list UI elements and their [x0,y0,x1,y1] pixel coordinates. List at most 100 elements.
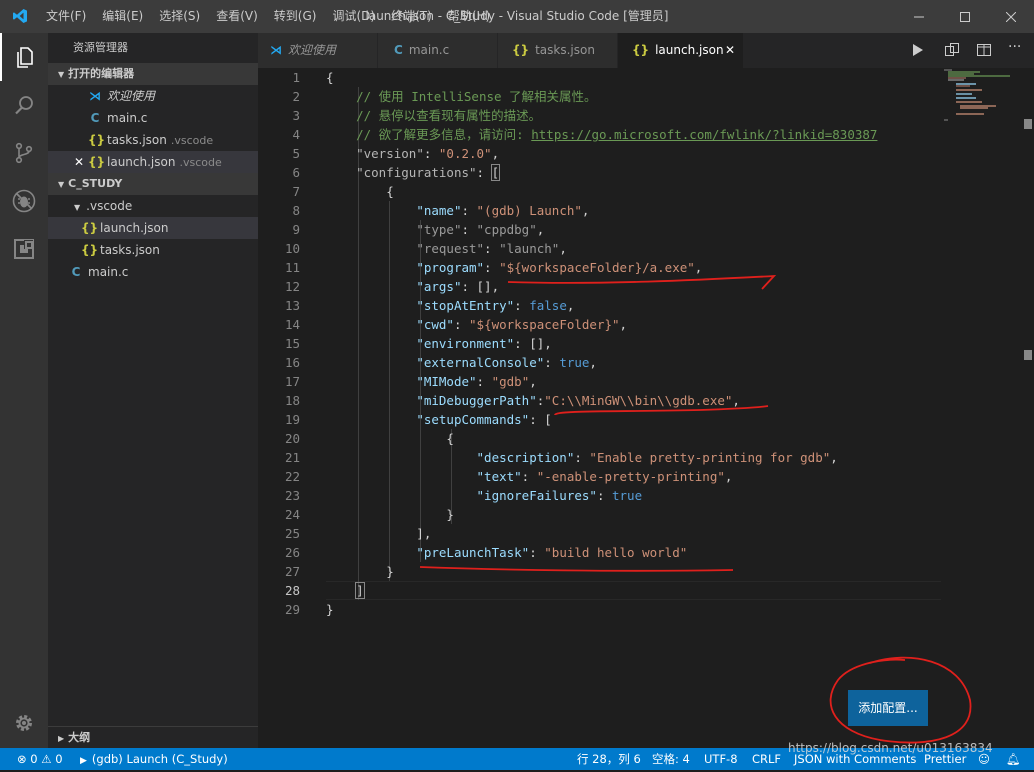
line-number: 14 [284,317,300,332]
tree-item-main-c[interactable]: Cmain.c [48,261,258,283]
open-editor-main-c[interactable]: Cmain.c [48,107,258,129]
tab-label: tasks.json [535,43,595,57]
code-line: ], [326,526,432,541]
chevron-down-icon: ▼ [74,203,81,212]
tree-item-tasks-json[interactable]: {} tasks.json [48,239,258,261]
title-bar: 文件(F) 编辑(E) 选择(S) 查看(V) 转到(G) 调试(D) 终端(T… [0,0,1034,33]
maximize-button[interactable] [942,0,988,33]
tree-item-vscode-folder[interactable]: ▼ .vscode [48,195,258,217]
minimap[interactable] [940,68,1024,128]
code-line: "name": "(gdb) Launch", [416,203,590,218]
more-actions-icon[interactable]: ··· [1008,39,1021,55]
open-editor-welcome[interactable]: ⋊ 欢迎使用 [48,85,258,107]
line-number: 19 [284,412,300,427]
code-line: // 欲了解更多信息，请访问: https://go.microsoft.com… [356,127,878,142]
menu-selection[interactable]: 选择(S) [151,0,208,33]
window-title: launch.json - C_Study - Visual Studio Co… [365,9,669,23]
code-line: "setupCommands": [ [416,412,552,427]
tab-label: launch.json [655,43,724,57]
line-number: 15 [284,336,300,351]
tab-main-c[interactable]: Cmain.c [378,33,498,68]
close-tab-icon[interactable]: ✕ [725,33,735,68]
line-number: 4 [292,127,300,142]
code-line: "ignoreFailures": true [476,488,643,503]
chevron-down-icon: ▼ [58,180,65,189]
source-control-view-button[interactable] [0,129,48,177]
manage-button[interactable] [0,699,48,747]
open-editors-header[interactable]: ▼ 打开的编辑器 [48,63,258,85]
split-editor-button[interactable] [976,42,992,62]
files-icon [17,47,33,68]
open-editor-label: launch.json [107,155,176,169]
open-changes-button[interactable] [944,42,960,62]
line-number: 7 [292,184,300,199]
line-number: 3 [292,108,300,123]
c-file-icon: C [71,265,81,279]
menu-go[interactable]: 转到(G) [266,0,325,33]
line-number: 5 [292,146,300,161]
chevron-right-icon: ▶ [58,734,65,743]
code-line: } [326,564,394,579]
open-changes-icon [945,43,959,56]
tab-welcome[interactable]: ⋊ 欢迎使用 [258,33,378,68]
menu-view[interactable]: 查看(V) [208,0,266,33]
tree-item-label: .vscode [86,199,133,213]
encoding[interactable]: UTF-8 [704,748,738,770]
code-line: "type": "cppdbg", [416,222,545,237]
json-icon: {} [88,133,106,147]
open-editor-tasks-json[interactable]: {} tasks.json .vscode [48,129,258,151]
settings-gear-icon [16,715,32,731]
line-number: 20 [284,431,300,446]
cursor-position[interactable]: 行 28，列 6 [577,748,641,770]
folder-header[interactable]: ▼ C_STUDY [48,173,258,195]
code-line: } [326,507,454,522]
tree-item-launch-json[interactable]: {} launch.json [48,217,258,239]
add-configuration-button[interactable]: 添加配置... [848,690,928,726]
tab-launch-json[interactable]: {} launch.json ✕ [618,33,744,68]
close-window-button[interactable] [988,0,1034,33]
indentation[interactable]: 空格: 4 [652,748,690,770]
minimize-button[interactable] [896,0,942,33]
open-editor-launch-json[interactable]: ✕ {} launch.json .vscode [48,151,258,173]
debug-launch-label: (gdb) Launch (C_Study) [91,752,228,766]
problems-indicator[interactable]: ⊗ 0 ⚠ 0 [17,748,63,770]
editor-scrollbar[interactable] [1024,68,1034,748]
maximize-icon [960,11,970,22]
json-icon: {} [512,43,530,57]
extensions-view-button[interactable] [0,225,48,273]
outline-header[interactable]: ▶ 大纲 [48,726,258,749]
code-line: "args": [], [416,279,500,294]
source-control-icon [15,142,33,164]
json-icon: {} [81,221,99,235]
tab-tasks-json[interactable]: {} tasks.json [498,33,618,68]
line-number: 6 [292,165,300,180]
run-button[interactable] [910,42,926,62]
close-icon[interactable]: ✕ [74,151,84,173]
code-line: { [326,431,454,446]
menu-edit[interactable]: 编辑(E) [94,0,151,33]
line-number: 29 [284,602,300,617]
end-of-line[interactable]: CRLF [752,748,781,770]
menu-file[interactable]: 文件(F) [38,0,94,33]
line-number: 12 [284,279,300,294]
code-line: { [326,70,334,85]
c-file-icon: C [90,111,100,125]
open-editor-label: 欢迎使用 [107,89,156,103]
explorer-view-button[interactable] [0,33,48,81]
code-editor[interactable]: 1 2 3 4 5 6 7 8 9 10 11 12 13 14 15 16 17 18 19 20 21 22 23 24 2… [258,68,1034,748]
code-line: "version": "0.2.0", [356,146,500,161]
debug-view-button[interactable] [0,177,48,225]
line-number: 9 [292,222,300,237]
line-number: 1 [292,70,300,85]
help-link[interactable]: https://go.microsoft.com/fwlink/?linkid=… [531,127,877,142]
code-line: "environment": [], [416,336,552,351]
search-view-button[interactable] [0,81,48,129]
code-line: "preLaunchTask": "build hello world" [416,545,688,560]
code-line: "description": "Enable pretty-printing f… [476,450,838,465]
code-line: "text": "-enable-pretty-printing", [476,469,733,484]
debug-launch-item[interactable]: ▶ (gdb) Launch (C_Study) [80,748,228,772]
scroll-marker [1024,119,1032,129]
vscode-logo-icon [13,9,27,23]
line-number: 28 [284,583,300,598]
notifications-bell-icon[interactable]: 🔔︎ [1006,748,1021,770]
